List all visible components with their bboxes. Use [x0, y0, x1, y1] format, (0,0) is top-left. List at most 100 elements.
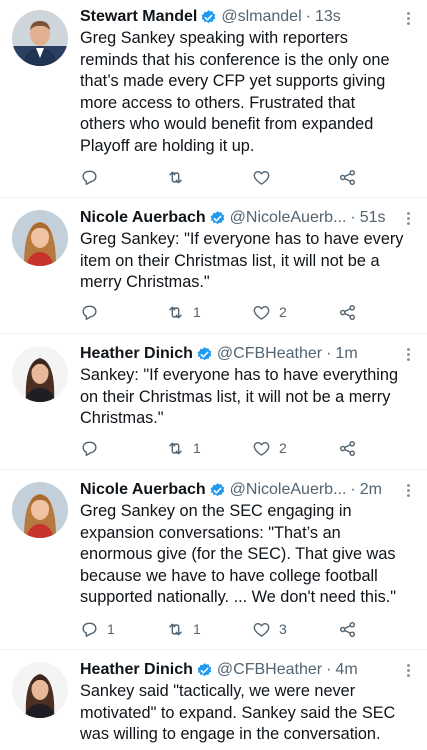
tweet-actions: 1 2	[80, 302, 370, 322]
retweet-count: 1	[193, 440, 201, 456]
more-icon[interactable]	[403, 10, 413, 27]
tweet-text-line: motivated" to expand. Sankey said the SE…	[80, 703, 396, 722]
timestamp[interactable]: 13s	[315, 6, 341, 28]
verified-badge-icon	[209, 482, 226, 499]
timestamp[interactable]: 51s	[360, 207, 386, 229]
tweet-text: Greg Sankey speaking with reporters remi…	[80, 28, 409, 157]
separator: ·	[350, 481, 356, 498]
separator: ·	[350, 209, 356, 226]
avatar[interactable]	[12, 662, 68, 718]
reply-button[interactable]: 1	[80, 619, 115, 639]
author-handle[interactable]: @CFBHeather	[217, 343, 322, 365]
tweet[interactable]: Stewart Mandel @slmandel · 13s Greg Sank…	[0, 0, 427, 198]
tweet-text: Sankey: "If everyone has to have everyth…	[80, 365, 409, 430]
author-name[interactable]: Nicole Auerbach	[80, 479, 206, 501]
more-icon[interactable]	[403, 210, 413, 227]
timestamp[interactable]: 1m	[335, 343, 357, 365]
tweet[interactable]: Heather Dinich @CFBHeather · 4m Sankey s…	[0, 650, 427, 750]
tweet-text-line: more access to others. Frustrated that	[80, 93, 356, 112]
timestamp[interactable]: 4m	[335, 659, 357, 681]
tweet[interactable]: Nicole Auerbach @NicoleAuerb... · 2m Gre…	[0, 470, 427, 650]
reply-button[interactable]	[80, 302, 107, 322]
more-icon[interactable]	[403, 346, 413, 363]
tweet-text-line: Christmas."	[80, 409, 164, 427]
retweet-count: 1	[193, 621, 201, 637]
retweet-icon	[169, 306, 182, 318]
retweet-icon	[169, 442, 182, 454]
tweet-text: Sankey said "tactically, we were never m…	[80, 681, 409, 746]
tweet[interactable]: Heather Dinich @CFBHeather · 1m Sankey: …	[0, 334, 427, 470]
retweet-icon	[169, 623, 182, 635]
timestamp[interactable]: 2m	[360, 479, 382, 501]
tweet-text-line: item on their Christmas list, it will no…	[80, 251, 380, 270]
heart-icon	[253, 622, 270, 637]
share-icon	[339, 304, 356, 320]
more-icon[interactable]	[403, 482, 413, 499]
like-button[interactable]: 2	[252, 438, 287, 458]
share-icon	[339, 169, 356, 185]
author-name[interactable]: Heather Dinich	[80, 659, 193, 681]
avatar[interactable]	[12, 10, 68, 66]
reply-icon	[82, 622, 97, 637]
share-button[interactable]	[338, 438, 357, 458]
reply-button[interactable]	[80, 167, 107, 187]
author-handle[interactable]: @slmandel	[221, 6, 301, 28]
author-name[interactable]: Stewart Mandel	[80, 6, 197, 28]
author-name[interactable]: Nicole Auerbach	[80, 207, 206, 229]
separator: ·	[326, 661, 332, 678]
retweet-button[interactable]: 1	[166, 302, 201, 322]
verified-badge-icon	[196, 662, 213, 679]
separator: ·	[326, 345, 332, 362]
author-handle[interactable]: @NicoleAuerb...	[230, 479, 347, 501]
avatar[interactable]	[12, 346, 68, 402]
reply-button[interactable]	[80, 438, 107, 458]
tweet-text-line: supported nationally. ... We don't need …	[80, 588, 397, 606]
tweet-actions: 1 1 3	[80, 619, 370, 639]
share-icon	[339, 621, 356, 637]
retweet-button[interactable]	[166, 167, 193, 187]
tweet-text-line: because we have to have college football	[80, 566, 378, 585]
share-button[interactable]	[338, 619, 357, 639]
author-handle[interactable]: @NicoleAuerb...	[230, 207, 347, 229]
like-count: 3	[279, 621, 287, 637]
author-name[interactable]: Heather Dinich	[80, 343, 193, 365]
tweet-text: Greg Sankey: "If everyone has to have ev…	[80, 229, 409, 294]
tweet-text-line: Greg Sankey speaking with reporters	[80, 29, 348, 47]
verified-badge-icon	[209, 210, 226, 227]
heart-icon	[253, 441, 270, 456]
avatar[interactable]	[12, 210, 68, 266]
tweet[interactable]: Nicole Auerbach @NicoleAuerb... · 51s Gr…	[0, 198, 427, 334]
heart-icon	[253, 170, 270, 185]
reply-icon	[82, 305, 97, 320]
like-button[interactable]: 2	[252, 302, 287, 322]
retweet-button[interactable]: 1	[166, 619, 201, 639]
avatar[interactable]	[12, 482, 68, 538]
tweet-text-line: Greg Sankey: "If everyone has to have ev…	[80, 230, 404, 248]
more-icon[interactable]	[403, 662, 413, 679]
tweet-text-line: was willing to engage in the conversatio…	[80, 725, 381, 743]
separator: ·	[305, 8, 311, 25]
retweet-button[interactable]: 1	[166, 438, 201, 458]
tweet-header: Nicole Auerbach @NicoleAuerb... · 51s	[80, 207, 409, 229]
tweet-text-line: on their Christmas list, it will not be …	[80, 387, 391, 406]
reply-count: 1	[107, 621, 115, 637]
share-button[interactable]	[338, 167, 357, 187]
tweet-text-line: merry Christmas."	[80, 273, 210, 291]
tweet-header: Heather Dinich @CFBHeather · 1m	[80, 343, 409, 365]
author-handle[interactable]: @CFBHeather	[217, 659, 322, 681]
tweet-feed: Stewart Mandel @slmandel · 13s Greg Sank…	[0, 0, 427, 750]
tweet-header: Nicole Auerbach @NicoleAuerb... · 2m	[80, 479, 409, 501]
heart-icon	[253, 305, 270, 320]
tweet-text-line: Playoff are holding it up.	[80, 136, 255, 155]
reply-icon	[82, 441, 97, 456]
tweet-text-line: Greg Sankey on the SEC engaging in	[80, 502, 352, 520]
tweet-text-line: reminds that his conference is the only …	[80, 50, 390, 69]
tweet-actions	[80, 167, 370, 187]
like-count: 2	[279, 440, 287, 456]
like-button[interactable]: 3	[252, 619, 287, 639]
share-button[interactable]	[338, 302, 357, 322]
reply-icon	[82, 170, 97, 185]
like-button[interactable]	[252, 167, 279, 187]
like-count: 2	[279, 304, 287, 320]
retweet-count: 1	[193, 304, 201, 320]
